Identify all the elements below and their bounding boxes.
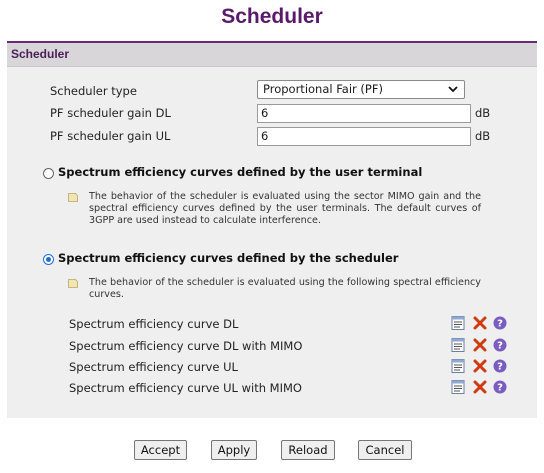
gain-dl-unit: dB: [475, 106, 491, 120]
cancel-button[interactable]: Cancel: [358, 440, 412, 460]
radio-scheduler[interactable]: [43, 254, 54, 265]
panel-header: Scheduler: [7, 43, 537, 67]
curve-label: Spectrum efficiency curve DL with MIMO: [69, 339, 303, 353]
delete-icon[interactable]: [472, 315, 488, 331]
reload-button[interactable]: Reload: [281, 440, 335, 460]
page-title: Scheduler: [221, 5, 323, 28]
help-icon[interactable]: ?: [492, 379, 508, 395]
curve-label: Spectrum efficiency curve UL with MIMO: [69, 381, 302, 395]
help-icon[interactable]: ?: [492, 358, 508, 374]
note-icon: [68, 193, 78, 202]
help-icon[interactable]: ?: [492, 337, 508, 353]
edit-list-icon[interactable]: [450, 358, 466, 374]
apply-button[interactable]: Apply: [211, 440, 257, 460]
scheduler-type-select[interactable]: Proportional Fair (PF): [257, 80, 465, 99]
chevron-down-icon: [448, 86, 458, 93]
edit-list-icon[interactable]: [450, 379, 466, 395]
edit-list-icon[interactable]: [450, 337, 466, 353]
delete-icon[interactable]: [472, 379, 488, 395]
svg-text:?: ?: [497, 319, 503, 330]
accept-button[interactable]: Accept: [134, 440, 187, 460]
scheduler-type-value: Proportional Fair (PF): [263, 82, 383, 96]
option-user-terminal-label[interactable]: Spectrum efficiency curves defined by th…: [58, 165, 422, 179]
scheduler-type-label: Scheduler type: [50, 84, 137, 98]
curve-row: Spectrum efficiency curve UL ?: [69, 358, 509, 376]
edit-list-icon[interactable]: [450, 315, 466, 331]
curve-row: Spectrum efficiency curve UL with MIMO ?: [69, 379, 509, 397]
gain-ul-input[interactable]: 6: [257, 127, 471, 146]
curve-row: Spectrum efficiency curve DL with MIMO ?: [69, 337, 509, 355]
gain-ul-label: PF scheduler gain UL: [50, 129, 171, 143]
curve-label: Spectrum efficiency curve UL: [69, 360, 238, 374]
scheduler-panel: Scheduler Scheduler type Proportional Fa…: [7, 41, 537, 418]
option-user-terminal-description: The behavior of the scheduler is evaluat…: [89, 191, 481, 226]
svg-text:?: ?: [497, 383, 503, 394]
panel-header-title: Scheduler: [11, 47, 70, 61]
svg-text:?: ?: [497, 341, 503, 352]
delete-icon[interactable]: [472, 358, 488, 374]
radio-user-terminal[interactable]: [43, 168, 54, 179]
gain-dl-input[interactable]: 6: [257, 104, 471, 123]
gain-dl-label: PF scheduler gain DL: [50, 106, 171, 120]
svg-text:?: ?: [497, 362, 503, 373]
button-bar: Accept Apply Reload Cancel: [0, 440, 544, 460]
delete-icon[interactable]: [472, 337, 488, 353]
gain-ul-unit: dB: [475, 129, 491, 143]
curve-label: Spectrum efficiency curve DL: [69, 317, 239, 331]
curve-row: Spectrum efficiency curve DL ?: [69, 315, 509, 333]
help-icon[interactable]: ?: [492, 315, 508, 331]
option-scheduler-description: The behavior of the scheduler is evaluat…: [89, 277, 481, 300]
option-scheduler-label[interactable]: Spectrum efficiency curves defined by th…: [58, 251, 398, 265]
note-icon: [68, 279, 78, 288]
